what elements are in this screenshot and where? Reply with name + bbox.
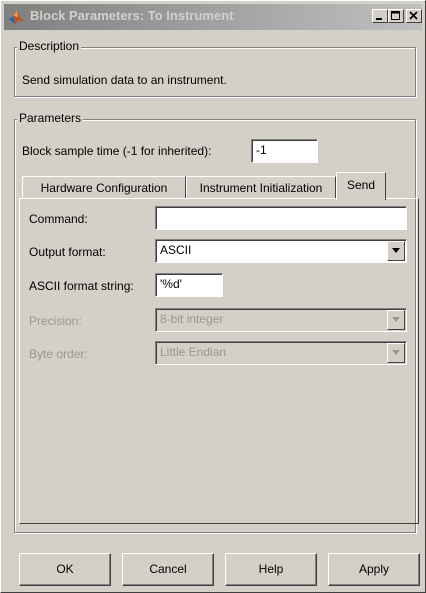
minimize-button[interactable] <box>372 9 388 23</box>
ascii-format-string-input[interactable]: '%d' <box>155 273 223 297</box>
maximize-icon <box>391 11 400 20</box>
sample-time-input[interactable]: -1 <box>251 139 318 163</box>
tab-hardware-configuration[interactable]: Hardware Configuration <box>22 176 186 198</box>
description-group-label: Description <box>17 39 82 53</box>
command-input[interactable] <box>155 206 407 230</box>
byte-order-select: Little Endian <box>155 341 407 365</box>
minimize-icon <box>376 18 382 20</box>
ascii-format-string-label: ASCII format string: <box>29 279 134 293</box>
chevron-down-icon <box>392 317 400 322</box>
precision-select: 8-bit integer <box>155 308 407 332</box>
title-bar[interactable]: Block Parameters: To Instrument <box>4 4 422 30</box>
chevron-down-icon <box>392 248 400 253</box>
precision-value: 8-bit integer <box>160 312 224 326</box>
output-format-label: Output format: <box>29 245 106 259</box>
window-title: Block Parameters: To Instrument <box>30 8 234 23</box>
tab-instrument-initialization[interactable]: Instrument Initialization <box>186 176 336 198</box>
description-group <box>14 47 416 97</box>
ok-button[interactable]: OK <box>19 553 111 586</box>
close-icon <box>409 11 418 20</box>
byte-order-dropdown-button <box>387 343 405 363</box>
command-label: Command: <box>29 212 88 226</box>
output-format-dropdown-button[interactable] <box>387 241 405 261</box>
byte-order-value: Little Endian <box>160 345 227 359</box>
sample-time-label: Block sample time (-1 for inherited): <box>22 144 212 158</box>
chevron-down-icon <box>392 350 400 355</box>
block-parameters-dialog: Block Parameters: To Instrument Descript… <box>0 0 426 593</box>
output-format-select[interactable]: ASCII <box>155 239 407 263</box>
description-text: Send simulation data to an instrument. <box>22 73 227 87</box>
precision-label: Precision: <box>29 314 82 328</box>
help-button[interactable]: Help <box>225 553 317 586</box>
output-format-value: ASCII <box>160 243 192 257</box>
close-button[interactable] <box>406 9 422 23</box>
cancel-button[interactable]: Cancel <box>122 553 214 586</box>
precision-dropdown-button <box>387 310 405 330</box>
tab-send[interactable]: Send <box>336 172 386 200</box>
apply-button[interactable]: Apply <box>328 553 420 586</box>
parameters-group-label: Parameters <box>17 111 84 125</box>
byte-order-label: Byte order: <box>29 347 88 361</box>
maximize-button[interactable] <box>388 9 404 23</box>
matlab-logo-icon <box>9 10 25 24</box>
